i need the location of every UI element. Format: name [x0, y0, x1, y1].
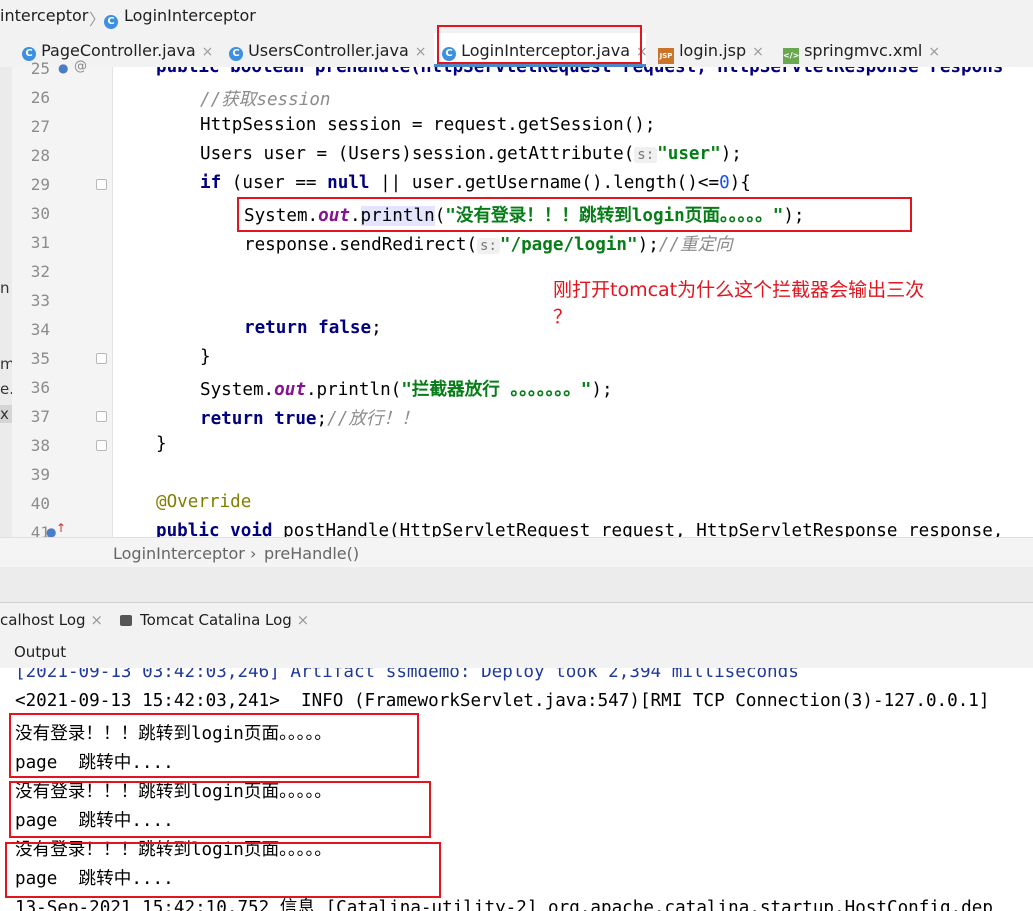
xml-file-icon: </>: [783, 48, 799, 64]
question-text: 刚打开tomcat为什么这个拦截器会输出三次: [553, 279, 925, 301]
tab-label: UsersController.java: [248, 41, 409, 60]
question-annotation: 刚打开tomcat为什么这个拦截器会输出三次 ？: [553, 277, 924, 331]
close-icon[interactable]: ×: [202, 44, 214, 60]
line-number: 29: [30, 175, 50, 194]
close-icon[interactable]: ×: [752, 44, 764, 60]
code-line-29: if (user == null || user.getUsername().l…: [200, 173, 751, 193]
breadcrumb-class[interactable]: LoginInterceptor: [113, 544, 245, 563]
output-highlight-box-1: [9, 713, 419, 778]
fold-marker-icon[interactable]: [96, 440, 107, 451]
fold-marker-icon[interactable]: [96, 353, 107, 364]
breadcrumb-separator: 〉: [89, 10, 106, 29]
jsp-file-icon: JSP: [658, 48, 674, 64]
fold-marker-icon[interactable]: [96, 179, 107, 190]
arrow-up-icon[interactable]: ↑: [56, 521, 66, 535]
code-line-35: }: [200, 347, 211, 367]
code-line-27: HttpSession session = request.getSession…: [200, 115, 656, 135]
line-number: 32: [30, 262, 50, 281]
active-tab-highlight-box: [437, 25, 642, 64]
output-header: Output: [0, 636, 1033, 668]
output-highlight-box-2: [9, 781, 431, 838]
close-icon[interactable]: ×: [928, 44, 940, 60]
class-icon: C: [229, 47, 243, 61]
code-line-36: System.out.println("拦截器放行 。。。。。。。");: [200, 380, 613, 400]
line-number: 34: [30, 320, 50, 339]
line-number: 35: [30, 349, 50, 368]
line-number: 31: [30, 233, 50, 252]
tab-login-jsp[interactable]: JSP login.jsp ×: [658, 33, 772, 67]
tab-users-controller[interactable]: C UsersController.java ×: [229, 33, 434, 67]
output-label[interactable]: Output: [14, 643, 66, 661]
code-line-40: @Override: [156, 492, 252, 512]
console-icon: [120, 615, 132, 626]
console-line: [2021-09-13 03:42:03,246] Artifact ssmde…: [15, 668, 799, 682]
line-number: 28: [30, 146, 50, 165]
tab-label: Tomcat Catalina Log: [140, 611, 292, 629]
line-number-gutter: 25 ● @ 26 27 28 29 30 31 32 33 34 35 36 …: [12, 59, 113, 542]
code-line-38: }: [156, 434, 167, 454]
strip-text: m: [0, 355, 12, 373]
code-line-25: public boolean preHandle(HttpServletRequ…: [156, 67, 1004, 77]
tab-page-controller[interactable]: C PageController.java ×: [22, 33, 217, 67]
tab-label: calhost Log: [0, 611, 86, 629]
tab-label: PageController.java: [41, 41, 196, 60]
tab-springmvc-xml[interactable]: </> springmvc.xml ×: [783, 33, 943, 67]
breadcrumb-package[interactable]: interceptor: [0, 6, 88, 25]
line-number: 27: [30, 117, 50, 136]
line-number: 25: [30, 59, 50, 78]
breadcrumb-class[interactable]: LoginInterceptor: [124, 6, 256, 25]
editor-breadcrumb: LoginInterceptor › preHandle(): [0, 537, 1033, 568]
strip-text: x: [0, 405, 12, 423]
breadcrumb-separator: ›: [250, 544, 257, 563]
code-line-28: Users user = (Users)session.getAttribute…: [200, 144, 742, 164]
line-number: 37: [30, 407, 50, 426]
close-icon[interactable]: ×: [90, 611, 103, 629]
tab-label: springmvc.xml: [804, 41, 923, 60]
annotation-icon: @: [74, 59, 87, 74]
tab-label: login.jsp: [679, 41, 747, 60]
code-line-37: return true;//放行！！: [200, 409, 419, 429]
strip-text: n: [0, 279, 10, 297]
println-highlight-box: [237, 197, 912, 232]
panel-splitter[interactable]: [0, 567, 1033, 602]
log-tabs: calhost Log × Tomcat Catalina Log ×: [0, 602, 1033, 637]
line-number: 26: [30, 88, 50, 107]
code-line-34: return false;: [244, 318, 382, 338]
code-line-41: public void postHandle(HttpServletReques…: [156, 521, 1004, 537]
class-icon: C: [104, 9, 118, 29]
close-icon[interactable]: ×: [415, 44, 427, 60]
line-number: 30: [30, 204, 50, 223]
code-line-26: //获取session: [200, 90, 331, 110]
line-number: 38: [30, 436, 50, 455]
breadcrumb-method[interactable]: preHandle(): [264, 544, 359, 563]
strip-text: e.: [0, 380, 12, 398]
close-icon[interactable]: ×: [297, 611, 310, 629]
fold-marker-icon[interactable]: [96, 411, 107, 422]
output-highlight-box-3: [5, 842, 441, 898]
line-number: 40: [30, 494, 50, 513]
question-mark: ？: [553, 306, 573, 328]
line-number: 39: [30, 465, 50, 484]
tab-localhost-log[interactable]: calhost Log ×: [0, 611, 103, 629]
console-line: <2021-09-13 15:42:03,241> INFO (Framewor…: [15, 691, 990, 711]
tab-tomcat-catalina-log[interactable]: Tomcat Catalina Log ×: [140, 611, 309, 629]
line-number: 36: [30, 378, 50, 397]
project-panel-edge: n m e. x: [0, 67, 12, 537]
line-number: 33: [30, 291, 50, 310]
code-line-31: response.sendRedirect(s: "/page/login");/…: [244, 235, 733, 255]
override-marker-icon[interactable]: ●: [58, 61, 68, 75]
